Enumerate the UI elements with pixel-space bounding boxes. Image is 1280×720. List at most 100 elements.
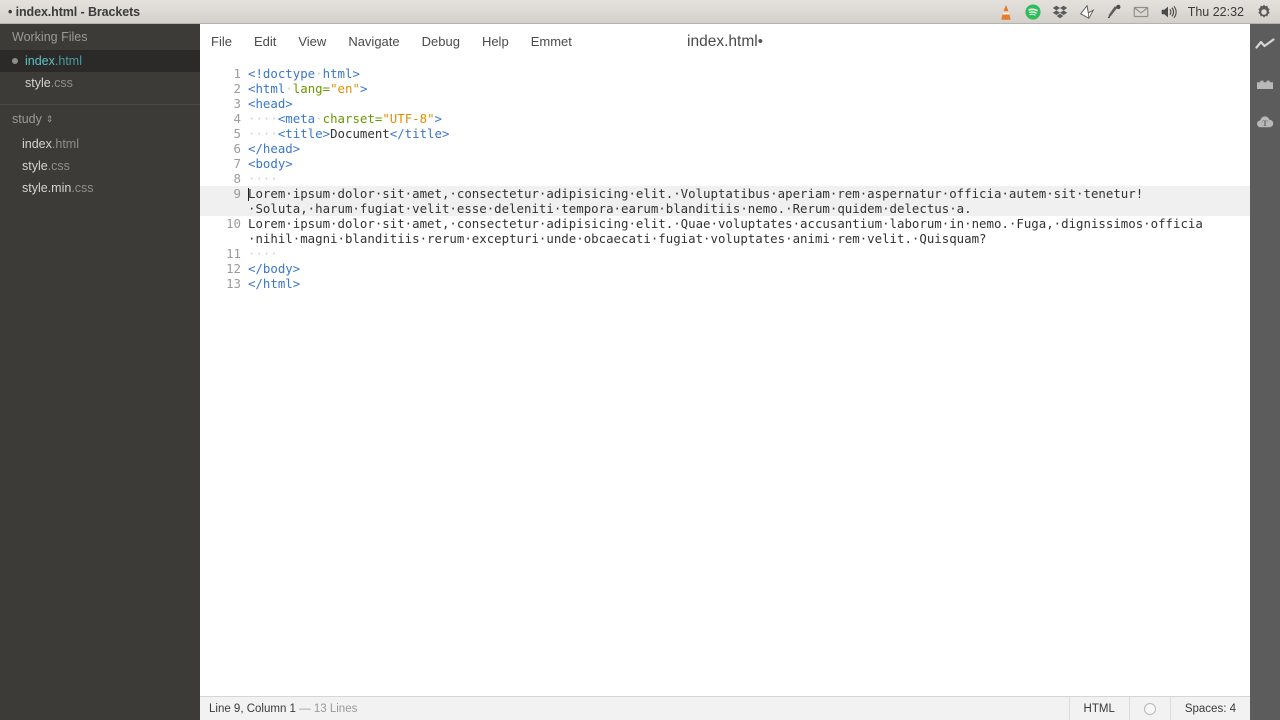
code-token-ws: ···· (248, 111, 278, 126)
line-number: 5 (233, 126, 241, 141)
code-token-tag: <title> (277, 126, 331, 141)
code-line[interactable]: <html·lang="en"> (248, 81, 1250, 96)
menu-item-emmet[interactable]: Emmet (520, 24, 583, 60)
chevron-updown-icon[interactable]: ⇕ (46, 114, 54, 124)
code-token-ws: ···· (248, 246, 278, 261)
tree-item-style-min-css[interactable]: style.min.css (0, 177, 200, 199)
code-line[interactable]: Lorem·ipsum·dolor·sit·amet,·consectetur·… (248, 216, 1250, 246)
code-token-ws: ···· (248, 171, 278, 186)
code-token-tag: </head> (248, 141, 301, 156)
code-row[interactable]: 7 <body> (200, 156, 1250, 171)
menu-bar: File Edit View Navigate Debug Help Emmet… (200, 24, 1250, 60)
code-token-tag: > (359, 81, 368, 96)
volume-icon[interactable] (1159, 3, 1177, 21)
menu-item-file[interactable]: File (200, 24, 243, 60)
dropbox-icon[interactable] (1051, 3, 1069, 21)
linting-indicator[interactable] (1128, 697, 1170, 720)
line-number: 13 (226, 276, 241, 291)
live-preview-icon[interactable] (1255, 36, 1275, 56)
menu-item-debug[interactable]: Debug (411, 24, 471, 60)
vlc-cone-icon[interactable] (997, 3, 1015, 21)
code-row[interactable]: 1 <!doctype·html> (200, 66, 1250, 81)
working-file-name: index (25, 54, 55, 68)
code-token-tag: </body> (248, 261, 301, 276)
code-token-tag: <html (248, 81, 286, 96)
code-row[interactable]: 11 ···· (200, 246, 1250, 261)
code-row[interactable]: 6 </head> (200, 141, 1250, 156)
code-token-tag: <body> (248, 156, 293, 171)
working-file-index-html[interactable]: index.html (0, 50, 211, 72)
code-token-tag: <meta (277, 111, 316, 126)
code-token-txt: Document (330, 126, 390, 141)
sidebar: Working Files index.html style.css study… (0, 24, 211, 720)
project-name: study (12, 112, 42, 126)
gear-icon[interactable] (1255, 3, 1273, 21)
code-row[interactable]: 5 ····<title>Document</title> (200, 126, 1250, 141)
code-token-tag: <!doctype (248, 66, 316, 81)
cursor-position-text: Line 9, Column 1 (209, 702, 296, 715)
tree-item-name: style.min (22, 181, 72, 195)
code-line[interactable]: Lorem·ipsum·dolor·sit·amet,·consectetur·… (248, 186, 1250, 216)
modified-dot-icon (12, 58, 18, 64)
menu-item-view[interactable]: View (287, 24, 337, 60)
code-token-ws: ···· (248, 126, 278, 141)
code-row[interactable]: 4 ····<meta·charset="UTF-8"> (200, 111, 1250, 126)
code-token-txt: Lorem·ipsum·dolor·sit·amet,·consectetur·… (248, 216, 1203, 246)
window-title: • index.html - Brackets (8, 4, 140, 19)
pen-tool-icon[interactable] (1105, 3, 1123, 21)
project-header[interactable]: study ⇕ (0, 105, 200, 133)
tree-item-style-css[interactable]: style.css (0, 155, 200, 177)
code-line[interactable]: <!doctype·html> (248, 66, 1250, 81)
menu-item-edit[interactable]: Edit (243, 24, 287, 60)
project-file-tree: index.html style.css style.min.css (0, 133, 200, 199)
line-number: 7 (233, 156, 241, 171)
line-number: 4 (233, 111, 241, 126)
code-scroll-container[interactable]: 1 <!doctype·html> 2 <html·lang="en"> 3 <head>… (200, 60, 1250, 696)
code-token-tag: > (434, 111, 442, 126)
indent-selector[interactable]: Spaces: 4 (1169, 697, 1250, 720)
code-row[interactable]: 10 Lorem·ipsum·dolor·sit·amet,·consectetu… (200, 216, 1250, 246)
code-line[interactable]: <head> (248, 96, 1250, 111)
working-files-list: index.html style.css (0, 50, 211, 98)
line-count-text: 13 Lines (313, 702, 358, 715)
code-line[interactable]: ···· (248, 171, 1250, 186)
code-token-tag: </title> (389, 126, 450, 141)
working-file-style-css[interactable]: style.css (0, 72, 200, 94)
line-number: 1 (233, 66, 241, 81)
code-line[interactable]: <body> (248, 156, 1250, 171)
code-row[interactable]: 12 </body> (200, 261, 1250, 276)
extension-manager-icon[interactable] (1255, 74, 1275, 94)
line-number: 9 (233, 186, 241, 201)
language-selector[interactable]: HTML (1068, 697, 1129, 720)
code-row[interactable]: 13 </html> (200, 276, 1250, 291)
tree-item-index-html[interactable]: index.html (0, 133, 200, 155)
code-token-ws: · (315, 66, 323, 81)
code-token-ws: · (285, 81, 293, 96)
code-editor[interactable]: 1 <!doctype·html> 2 <html·lang="en"> 3 <head>… (200, 60, 1250, 291)
line-number: 3 (233, 96, 241, 111)
code-token-attr: charset= (322, 111, 383, 126)
working-file-ext: .css (50, 76, 73, 90)
code-row[interactable]: 9 Lorem·ipsum·dolor·sit·amet,·consectetur… (200, 186, 1250, 216)
code-line[interactable]: </body> (248, 261, 1250, 276)
clock[interactable]: Thu 22:32 (1186, 5, 1246, 19)
code-row[interactable]: 8 ···· (200, 171, 1250, 186)
code-token-txt: Lorem·ipsum·dolor·sit·amet,·consectetur·… (248, 186, 1144, 216)
menu-item-help[interactable]: Help (471, 24, 520, 60)
menu-item-navigate[interactable]: Navigate (337, 24, 410, 60)
code-line[interactable]: ···· (248, 246, 1250, 261)
code-token-attr: lang= (292, 81, 331, 96)
spotify-icon[interactable] (1024, 3, 1042, 21)
code-row[interactable]: 2 <html·lang="en"> (200, 81, 1250, 96)
line-number: 12 (226, 261, 241, 276)
status-circle-icon (1143, 702, 1156, 715)
code-row[interactable]: 3 <head> (200, 96, 1250, 111)
origami-bird-icon[interactable] (1078, 3, 1096, 21)
tree-item-ext: .html (51, 137, 79, 151)
code-line[interactable]: </head> (248, 141, 1250, 156)
code-line[interactable]: ····<meta·charset="UTF-8"> (248, 111, 1250, 126)
code-line[interactable]: </html> (248, 276, 1250, 291)
cloud-icon[interactable]: T (1255, 112, 1275, 132)
code-line[interactable]: ····<title>Document</title> (248, 126, 1250, 141)
envelope-icon[interactable] (1132, 3, 1150, 21)
